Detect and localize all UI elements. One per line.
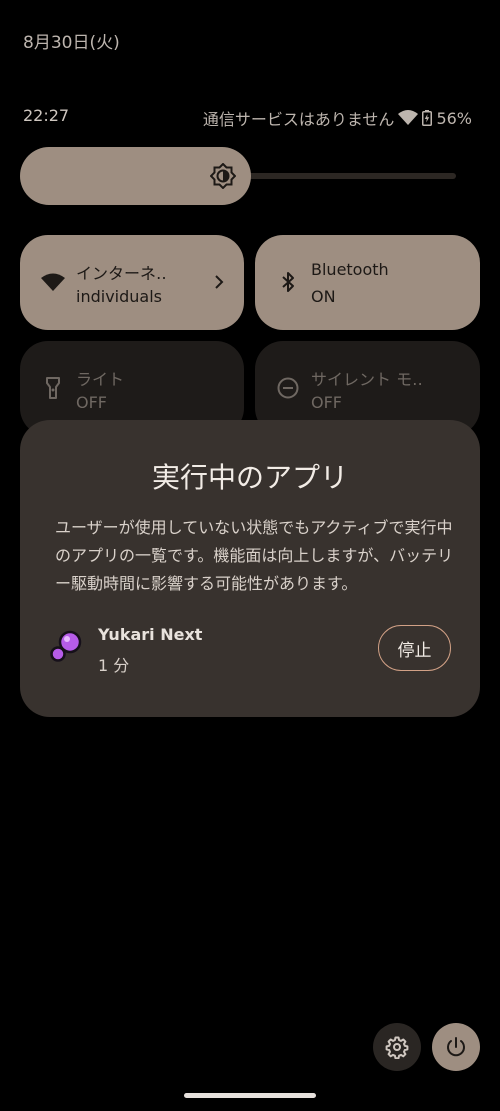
stop-button[interactable]: 停止 [378, 625, 451, 671]
tile-bluetooth[interactable]: Bluetooth ON [255, 235, 480, 330]
wifi-icon [41, 273, 65, 291]
tile-title: インターネ‥ [76, 264, 167, 283]
dialog-title: 実行中のアプリ [151, 461, 348, 494]
clock: 22:27 [23, 106, 70, 125]
brightness-fill[interactable] [20, 147, 251, 205]
app-icon [50, 630, 82, 662]
tile-subtitle: individuals [76, 287, 162, 306]
tile-title: サイレント モ‥ [311, 370, 423, 389]
status-indicators: 通信サービスはありません 56% [203, 106, 472, 130]
power-icon [447, 1037, 465, 1057]
tile-internet[interactable]: インターネ‥ individuals [20, 235, 244, 330]
home-indicator[interactable] [184, 1093, 316, 1098]
battery-charging-icon [422, 110, 433, 126]
battery-percent: 56% [436, 108, 472, 128]
running-apps-dialog: 実行中のアプリ ユーザーが使用していない状態でもアクティブで実行中のアプリの一覧… [20, 420, 480, 717]
bluetooth-icon [282, 272, 294, 292]
carrier-label: 通信サービスはありません [202, 110, 395, 129]
tile-title: Bluetooth [311, 260, 389, 279]
dialog-description: ユーザーが使用していない状態でもアクティブで実行中のアプリの一覧です。機能面は向… [55, 518, 454, 593]
tile-subtitle: OFF [76, 393, 107, 412]
status-bar: 22:27 通信サービスはありません 56% [0, 106, 500, 130]
brightness-slider[interactable] [20, 147, 456, 205]
settings-button[interactable] [373, 1023, 421, 1071]
chevron-right-icon[interactable] [212, 273, 226, 291]
brightness-track [240, 173, 456, 179]
flashlight-icon [46, 377, 60, 399]
tile-subtitle: OFF [311, 393, 342, 412]
tile-title: ライト [76, 370, 125, 389]
app-name: Yukari Next [98, 625, 203, 644]
gear-icon [385, 1036, 409, 1059]
do-not-disturb-icon [277, 377, 299, 399]
tile-subtitle: ON [311, 287, 336, 306]
app-runtime: 1 分 [98, 656, 130, 675]
power-button[interactable] [432, 1023, 480, 1071]
wifi-icon [398, 110, 419, 126]
date-label: 8月30日(火) [23, 33, 120, 53]
brightness-icon [210, 163, 236, 189]
